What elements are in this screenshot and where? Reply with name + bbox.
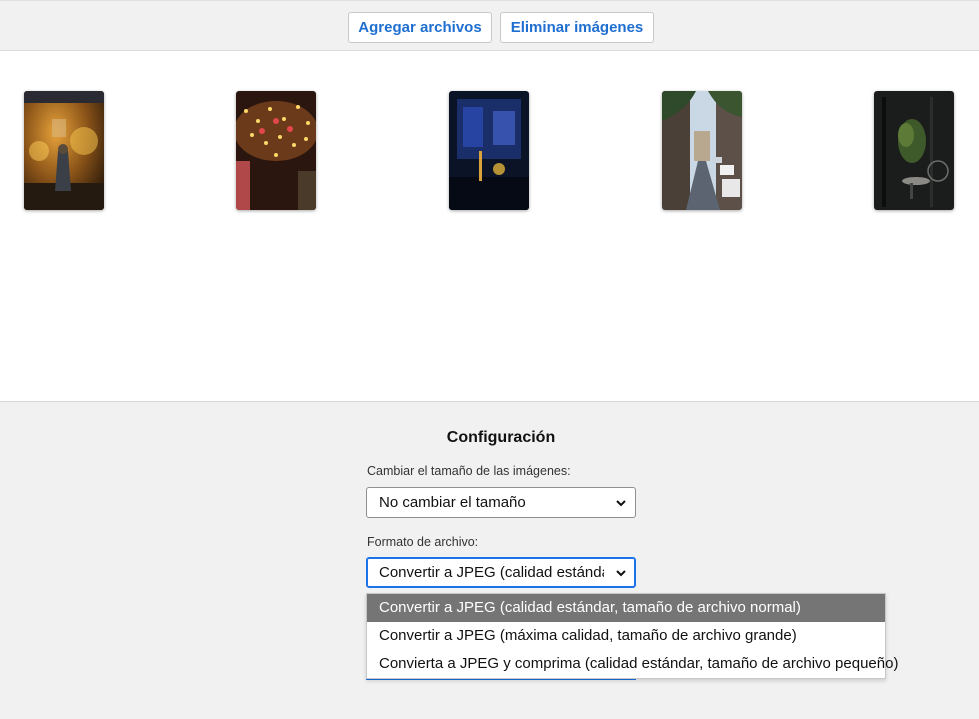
add-files-button[interactable]: Agregar archivos	[348, 12, 492, 43]
resize-select[interactable]: No cambiar el tamaño	[366, 487, 636, 518]
resize-label: Cambiar el tamaño de las imágenes:	[367, 464, 571, 478]
format-option[interactable]: Convertir a JPEG (máxima calidad, tamaño…	[367, 622, 885, 650]
thumbnail-hanging-lights[interactable]	[236, 91, 316, 210]
format-label: Formato de archivo:	[367, 535, 479, 549]
resize-select-value: No cambiar el tamaño	[379, 494, 526, 511]
thumbnail-night-blue-window[interactable]	[449, 91, 529, 210]
format-option[interactable]: Convertir a JPEG (calidad estándar, tama…	[367, 594, 885, 622]
remove-images-button[interactable]: Eliminar imágenes	[500, 12, 654, 43]
image-gallery	[0, 51, 979, 402]
format-option[interactable]: Convierta a JPEG y comprima (calidad est…	[367, 650, 898, 678]
thumbnail-street-lights-person[interactable]	[24, 91, 104, 210]
format-select[interactable]: Convertir a JPEG (calidad estándar, tama…	[366, 557, 636, 588]
chevron-down-icon	[616, 500, 626, 507]
settings-title: Configuración	[446, 429, 556, 446]
thumbnail-city-street-cars[interactable]	[662, 91, 742, 210]
chevron-down-icon	[616, 570, 626, 577]
thumbnail-dark-terrace-plants[interactable]	[874, 91, 954, 210]
toolbar: Agregar archivos Eliminar imágenes	[0, 0, 979, 51]
format-select-value: Convertir a JPEG (calidad estándar, tama…	[379, 564, 604, 581]
format-dropdown-list: Convertir a JPEG (calidad estándar, tama…	[366, 593, 898, 679]
